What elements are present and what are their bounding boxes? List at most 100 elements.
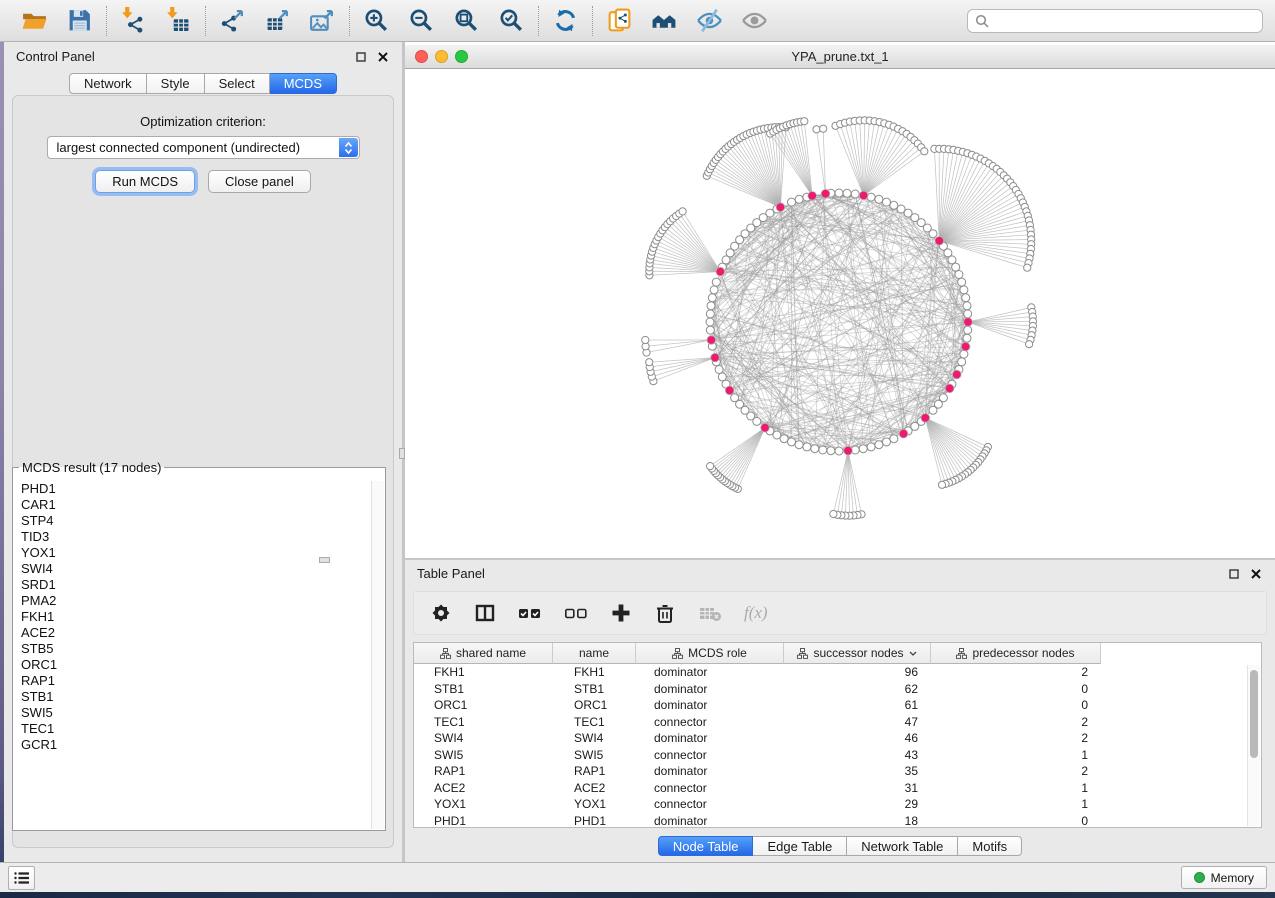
network-canvas-svg[interactable] [405,69,1275,558]
search-input[interactable] [967,9,1263,33]
show-all-button[interactable] [740,6,769,35]
task-history-button[interactable] [8,866,35,890]
result-scrollbar[interactable] [371,481,384,829]
tab-select[interactable]: Select [205,73,270,94]
cell: ACE2 [414,781,553,795]
table-row[interactable]: TEC1TEC1connector472 [414,714,1261,731]
table-row[interactable]: PHD1PHD1dominator180 [414,813,1261,829]
list-item[interactable]: CAR1 [21,497,372,513]
column-header-successor-nodes[interactable]: successor nodes [784,643,931,664]
zoom-in-button[interactable] [362,6,391,35]
import-table-button[interactable] [164,6,193,35]
table-row[interactable]: FKH1FKH1dominator962 [414,664,1261,681]
table-settings-button[interactable] [428,600,454,626]
column-type-icon [672,648,683,659]
tab-network[interactable]: Network [69,73,147,94]
export-image-button[interactable] [308,6,337,35]
tab-edge-table[interactable]: Edge Table [753,836,847,856]
list-item[interactable]: STB5 [21,641,372,657]
minimize-window-icon[interactable] [435,50,448,63]
table-panel: Table Panel f(x) shared namenameMCDS rol… [405,560,1275,862]
close-window-icon[interactable] [415,50,428,63]
scrollbar-thumb[interactable] [1250,670,1258,758]
tab-network-table[interactable]: Network Table [847,836,958,856]
close-panel-button[interactable] [376,50,390,64]
tab-motifs[interactable]: Motifs [958,836,1022,856]
cell: 46 [784,731,931,745]
cell: STB1 [553,682,636,696]
cell: ORC1 [553,698,636,712]
list-item[interactable]: GCR1 [21,737,372,753]
float-panel-button[interactable] [354,50,368,64]
list-item[interactable]: ACE2 [21,625,372,641]
plus-icon [610,602,632,624]
zoom-out-button[interactable] [407,6,436,35]
delete-column-button[interactable] [652,600,678,626]
list-item[interactable]: TID3 [21,529,372,545]
cell: STB1 [414,682,553,696]
list-item[interactable]: PMA2 [21,593,372,609]
table-row[interactable]: ACE2ACE2connector311 [414,780,1261,797]
criterion-select[interactable]: largest connected component (undirected) [47,136,360,159]
list-item[interactable]: PHD1 [21,481,372,497]
list-item[interactable]: ORC1 [21,657,372,673]
select-stepper-icon [339,138,358,157]
table-scrollbar[interactable] [1247,665,1260,826]
export-network-button[interactable] [218,6,247,35]
delete-table-button[interactable] [696,600,724,626]
zoom-fit-button[interactable] [452,6,481,35]
table-row[interactable]: SWI5SWI5connector431 [414,747,1261,764]
deselect-all-button[interactable] [562,600,590,626]
cell: 1 [931,797,1101,811]
memory-status-icon [1194,872,1205,883]
cell: connector [636,748,784,762]
run-mcds-button[interactable]: Run MCDS [95,170,195,193]
tab-style[interactable]: Style [147,73,205,94]
list-item[interactable]: RAP1 [21,673,372,689]
table-row[interactable]: STB1STB1dominator620 [414,681,1261,698]
list-item[interactable]: SRD1 [21,577,372,593]
column-header-mcds-role[interactable]: MCDS role [636,643,784,664]
apply-layout-button[interactable] [551,6,580,35]
list-item[interactable]: STP4 [21,513,372,529]
column-header-name[interactable]: name [553,643,636,664]
add-column-button[interactable] [608,600,634,626]
list-item[interactable]: FKH1 [21,609,372,625]
show-columns-button[interactable] [472,600,498,626]
network-titlebar: YPA_prune.txt_1 [405,45,1275,69]
list-item[interactable]: STB1 [21,689,372,705]
table-row[interactable]: RAP1RAP1dominator352 [414,763,1261,780]
column-header-predecessor-nodes[interactable]: predecessor nodes [931,643,1101,664]
column-label: successor nodes [813,646,903,660]
open-session-button[interactable] [20,6,49,35]
table-panel-titlebar: Table Panel [405,562,1275,585]
list-item[interactable]: SWI5 [21,705,372,721]
select-all-button[interactable] [516,600,544,626]
first-neighbors-button[interactable] [650,6,679,35]
save-session-button[interactable] [65,6,94,35]
import-network-button[interactable] [119,6,148,35]
memory-button[interactable]: Memory [1181,866,1267,889]
float-table-panel-button[interactable] [1227,567,1241,581]
table-row[interactable]: SWI4SWI4dominator462 [414,730,1261,747]
maximize-window-icon[interactable] [455,50,468,63]
horizontal-splitter-handle[interactable] [319,557,330,563]
network-from-selection-button[interactable] [605,6,634,35]
list-item[interactable]: TEC1 [21,721,372,737]
table-row[interactable]: ORC1ORC1dominator610 [414,697,1261,714]
vertical-splitter-handle[interactable] [399,448,405,459]
close-mcds-panel-button[interactable]: Close panel [208,170,311,193]
tab-mcds[interactable]: MCDS [270,73,337,94]
tab-node-table[interactable]: Node Table [658,836,754,856]
export-group [206,6,349,35]
hide-selected-button[interactable] [695,6,724,35]
table-row[interactable]: YOX1YOX1connector291 [414,796,1261,813]
cell: connector [636,715,784,729]
column-header-shared-name[interactable]: shared name [414,643,553,664]
list-item[interactable]: SWI4 [21,561,372,577]
export-table-button[interactable] [263,6,292,35]
zoom-selected-button[interactable] [497,6,526,35]
network-title: YPA_prune.txt_1 [791,49,888,64]
close-table-panel-button[interactable] [1249,567,1263,581]
function-builder-button[interactable]: f(x) [742,601,770,625]
